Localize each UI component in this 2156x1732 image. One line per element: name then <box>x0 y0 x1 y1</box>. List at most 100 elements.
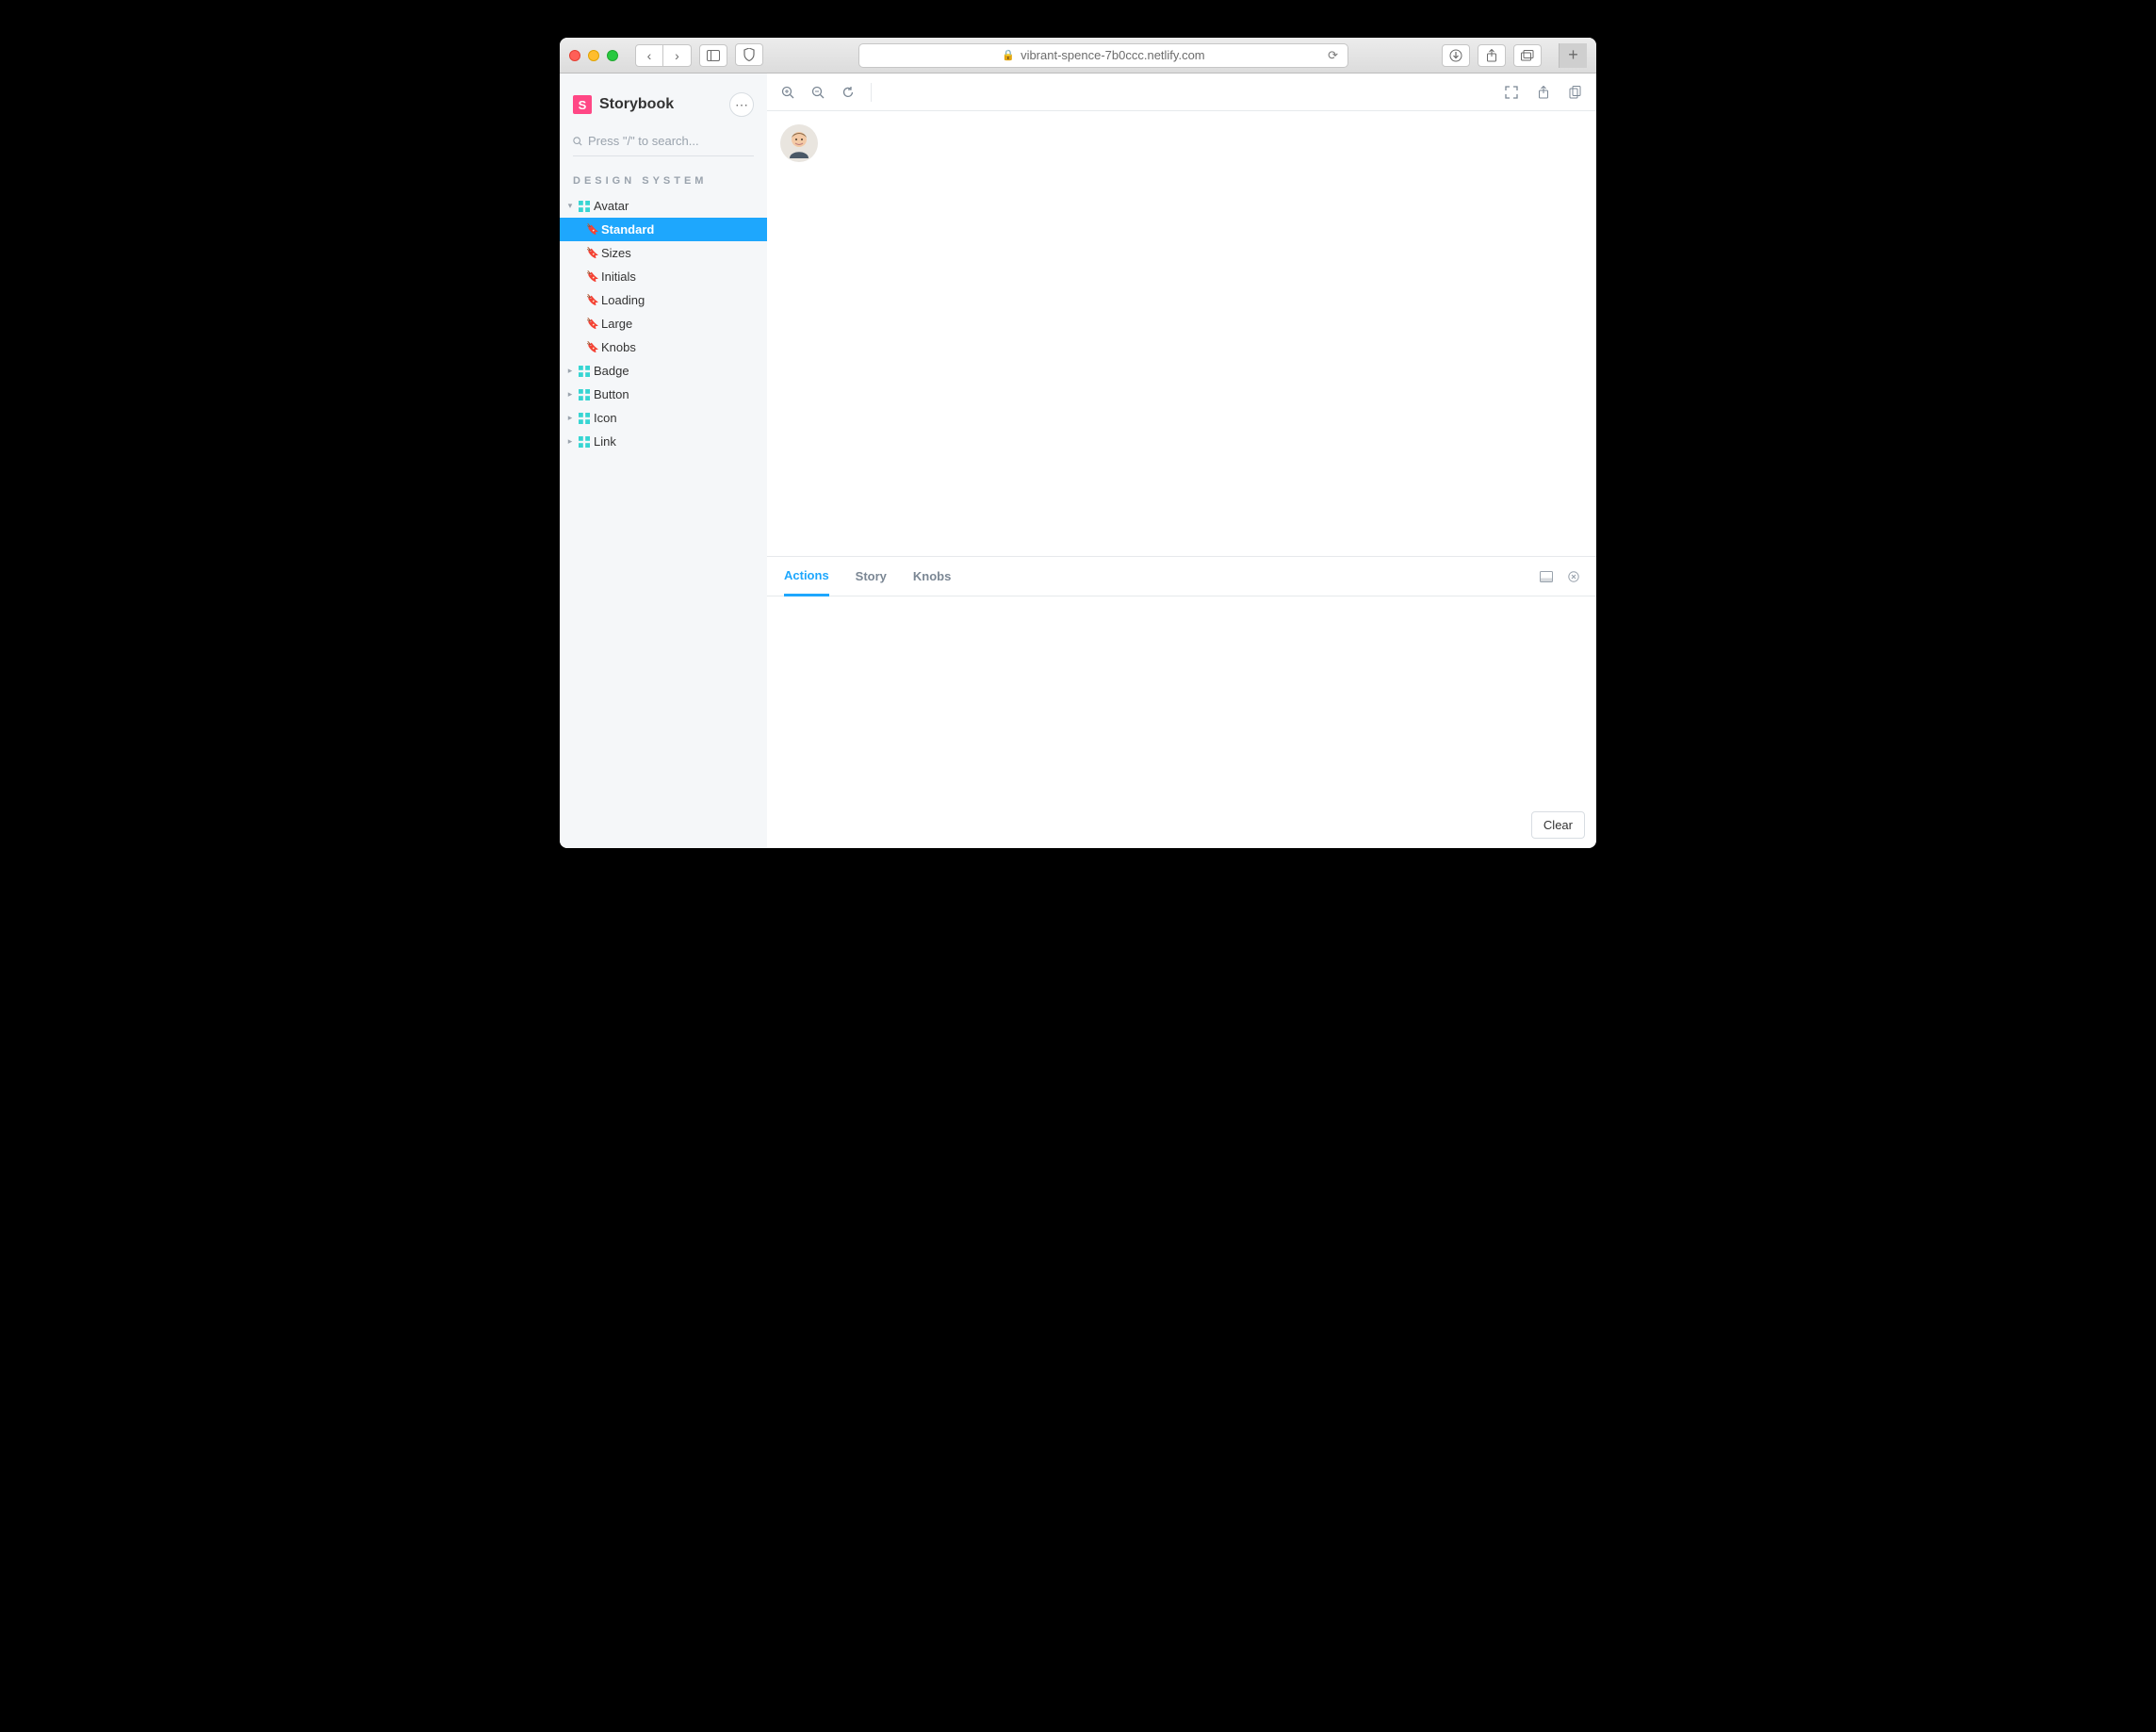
reload-icon[interactable]: ⟳ <box>1328 48 1338 63</box>
bookmark-icon: 🔖 <box>586 318 597 330</box>
downloads-button[interactable] <box>1442 44 1470 67</box>
bookmark-icon: 🔖 <box>586 341 597 353</box>
component-icon <box>579 436 590 448</box>
caret-right-icon: ▸ <box>565 436 575 447</box>
component-icon <box>579 366 590 377</box>
canvas-toolbar <box>767 74 1596 111</box>
sidebar-component-label: Link <box>594 434 616 449</box>
tabs-button[interactable] <box>1513 44 1542 67</box>
component-icon <box>579 413 590 424</box>
close-window-icon[interactable] <box>569 50 580 61</box>
zoom-out-icon <box>811 86 825 99</box>
sidebar-story-standard[interactable]: 🔖 Standard <box>560 218 767 241</box>
address-bar[interactable]: 🔒 vibrant-spence-7b0ccc.netlify.com ⟳ <box>858 43 1348 68</box>
sidebar-story-large[interactable]: 🔖 Large <box>560 312 767 335</box>
addon-body: Clear <box>767 596 1596 848</box>
fullscreen-button[interactable] <box>1504 85 1519 100</box>
caret-right-icon: ▸ <box>565 413 575 423</box>
fullscreen-icon <box>1505 86 1518 99</box>
zoom-out-button[interactable] <box>810 85 825 100</box>
sidebar-story-initials[interactable]: 🔖 Initials <box>560 265 767 288</box>
sidebar-component-badge[interactable]: ▸ Badge <box>560 359 767 383</box>
addon-tab-knobs[interactable]: Knobs <box>913 558 951 595</box>
sidebar-section-label: DESIGN SYSTEM <box>560 160 767 194</box>
panel-position-icon <box>1540 571 1553 582</box>
browser-window: ‹ › 🔒 vibrant-spence-7b0ccc.netlify.com … <box>560 38 1596 848</box>
story-canvas <box>767 111 1596 556</box>
sidebar-component-label: Button <box>594 387 629 401</box>
plus-icon: + <box>1568 45 1578 65</box>
storybook-logo-text: Storybook <box>599 96 674 113</box>
download-icon <box>1449 49 1462 62</box>
addon-tab-actions[interactable]: Actions <box>784 557 829 596</box>
refresh-icon <box>841 86 855 99</box>
toolbar-divider <box>871 83 872 102</box>
zoom-in-button[interactable] <box>780 85 795 100</box>
sidebar-story-label: Loading <box>601 293 645 307</box>
sidebar-story-sizes[interactable]: 🔖 Sizes <box>560 241 767 265</box>
sidebar-story-label: Large <box>601 317 632 331</box>
avatar <box>780 124 818 162</box>
sidebar-component-button[interactable]: ▸ Button <box>560 383 767 406</box>
sidebar-component-icon[interactable]: ▸ Icon <box>560 406 767 430</box>
chevron-left-icon: ‹ <box>647 48 652 63</box>
copy-link-button[interactable] <box>1568 85 1583 100</box>
tabs-icon <box>1521 50 1534 61</box>
close-panel-button[interactable] <box>1568 571 1579 582</box>
sidebar-component-label: Badge <box>594 364 629 378</box>
sidebar-toggle-button[interactable] <box>699 44 727 67</box>
addon-tab-story[interactable]: Story <box>856 558 887 595</box>
zoom-in-icon <box>781 86 794 99</box>
sidebar-story-label: Standard <box>601 222 654 237</box>
storybook-logo-mark: S <box>573 95 592 114</box>
sidebar-tree: ▾ Avatar 🔖 Standard 🔖 Sizes 🔖 Init <box>560 194 767 453</box>
addon-tabs: Actions Story Knobs <box>767 557 1596 596</box>
storybook-app: S Storybook ⋯ DESIGN SYSTEM ▾ <box>560 74 1596 848</box>
zoom-window-icon[interactable] <box>607 50 618 61</box>
sidebar-menu-button[interactable]: ⋯ <box>729 92 754 117</box>
sidebar-component-label: Icon <box>594 411 617 425</box>
component-icon <box>579 389 590 400</box>
browser-toolbar-right <box>1442 44 1542 67</box>
clear-button[interactable]: Clear <box>1531 811 1585 839</box>
address-bar-host: vibrant-spence-7b0ccc.netlify.com <box>1021 48 1205 62</box>
new-tab-button[interactable]: + <box>1559 43 1587 68</box>
bookmark-icon: 🔖 <box>586 223 597 236</box>
bookmark-icon: 🔖 <box>586 294 597 306</box>
forward-button[interactable]: › <box>663 44 692 67</box>
sidebar-component-avatar[interactable]: ▾ Avatar <box>560 194 767 218</box>
sidebar-story-label: Knobs <box>601 340 636 354</box>
zoom-reset-button[interactable] <box>841 85 856 100</box>
ellipsis-icon: ⋯ <box>735 97 748 113</box>
sidebar-search[interactable] <box>573 130 754 156</box>
storybook-logo: S Storybook <box>573 95 674 114</box>
copy-icon <box>1569 86 1582 99</box>
chevron-right-icon: › <box>675 48 679 63</box>
back-button[interactable]: ‹ <box>635 44 663 67</box>
sidebar-story-knobs[interactable]: 🔖 Knobs <box>560 335 767 359</box>
component-icon <box>579 201 590 212</box>
main-panel: Actions Story Knobs Cl <box>767 74 1596 848</box>
share-button[interactable] <box>1478 44 1506 67</box>
minimize-window-icon[interactable] <box>588 50 599 61</box>
addon-panel: Actions Story Knobs Cl <box>767 556 1596 848</box>
avatar-image <box>780 124 818 162</box>
sidebar-component-label: Avatar <box>594 199 629 213</box>
open-isolated-button[interactable] <box>1536 85 1551 100</box>
window-traffic-lights <box>569 50 618 61</box>
share-icon <box>1538 86 1549 99</box>
search-input[interactable] <box>588 134 754 148</box>
sidebar-component-link[interactable]: ▸ Link <box>560 430 767 453</box>
close-icon <box>1568 571 1579 582</box>
privacy-report-button[interactable] <box>735 43 763 66</box>
bookmark-icon: 🔖 <box>586 270 597 283</box>
browser-titlebar: ‹ › 🔒 vibrant-spence-7b0ccc.netlify.com … <box>560 38 1596 74</box>
sidebar-icon <box>707 50 720 61</box>
panel-position-button[interactable] <box>1540 571 1553 582</box>
sidebar: S Storybook ⋯ DESIGN SYSTEM ▾ <box>560 74 767 848</box>
sidebar-story-loading[interactable]: 🔖 Loading <box>560 288 767 312</box>
caret-right-icon: ▸ <box>565 389 575 400</box>
shield-icon <box>743 48 755 61</box>
caret-down-icon: ▾ <box>565 201 575 211</box>
sidebar-story-label: Initials <box>601 270 636 284</box>
